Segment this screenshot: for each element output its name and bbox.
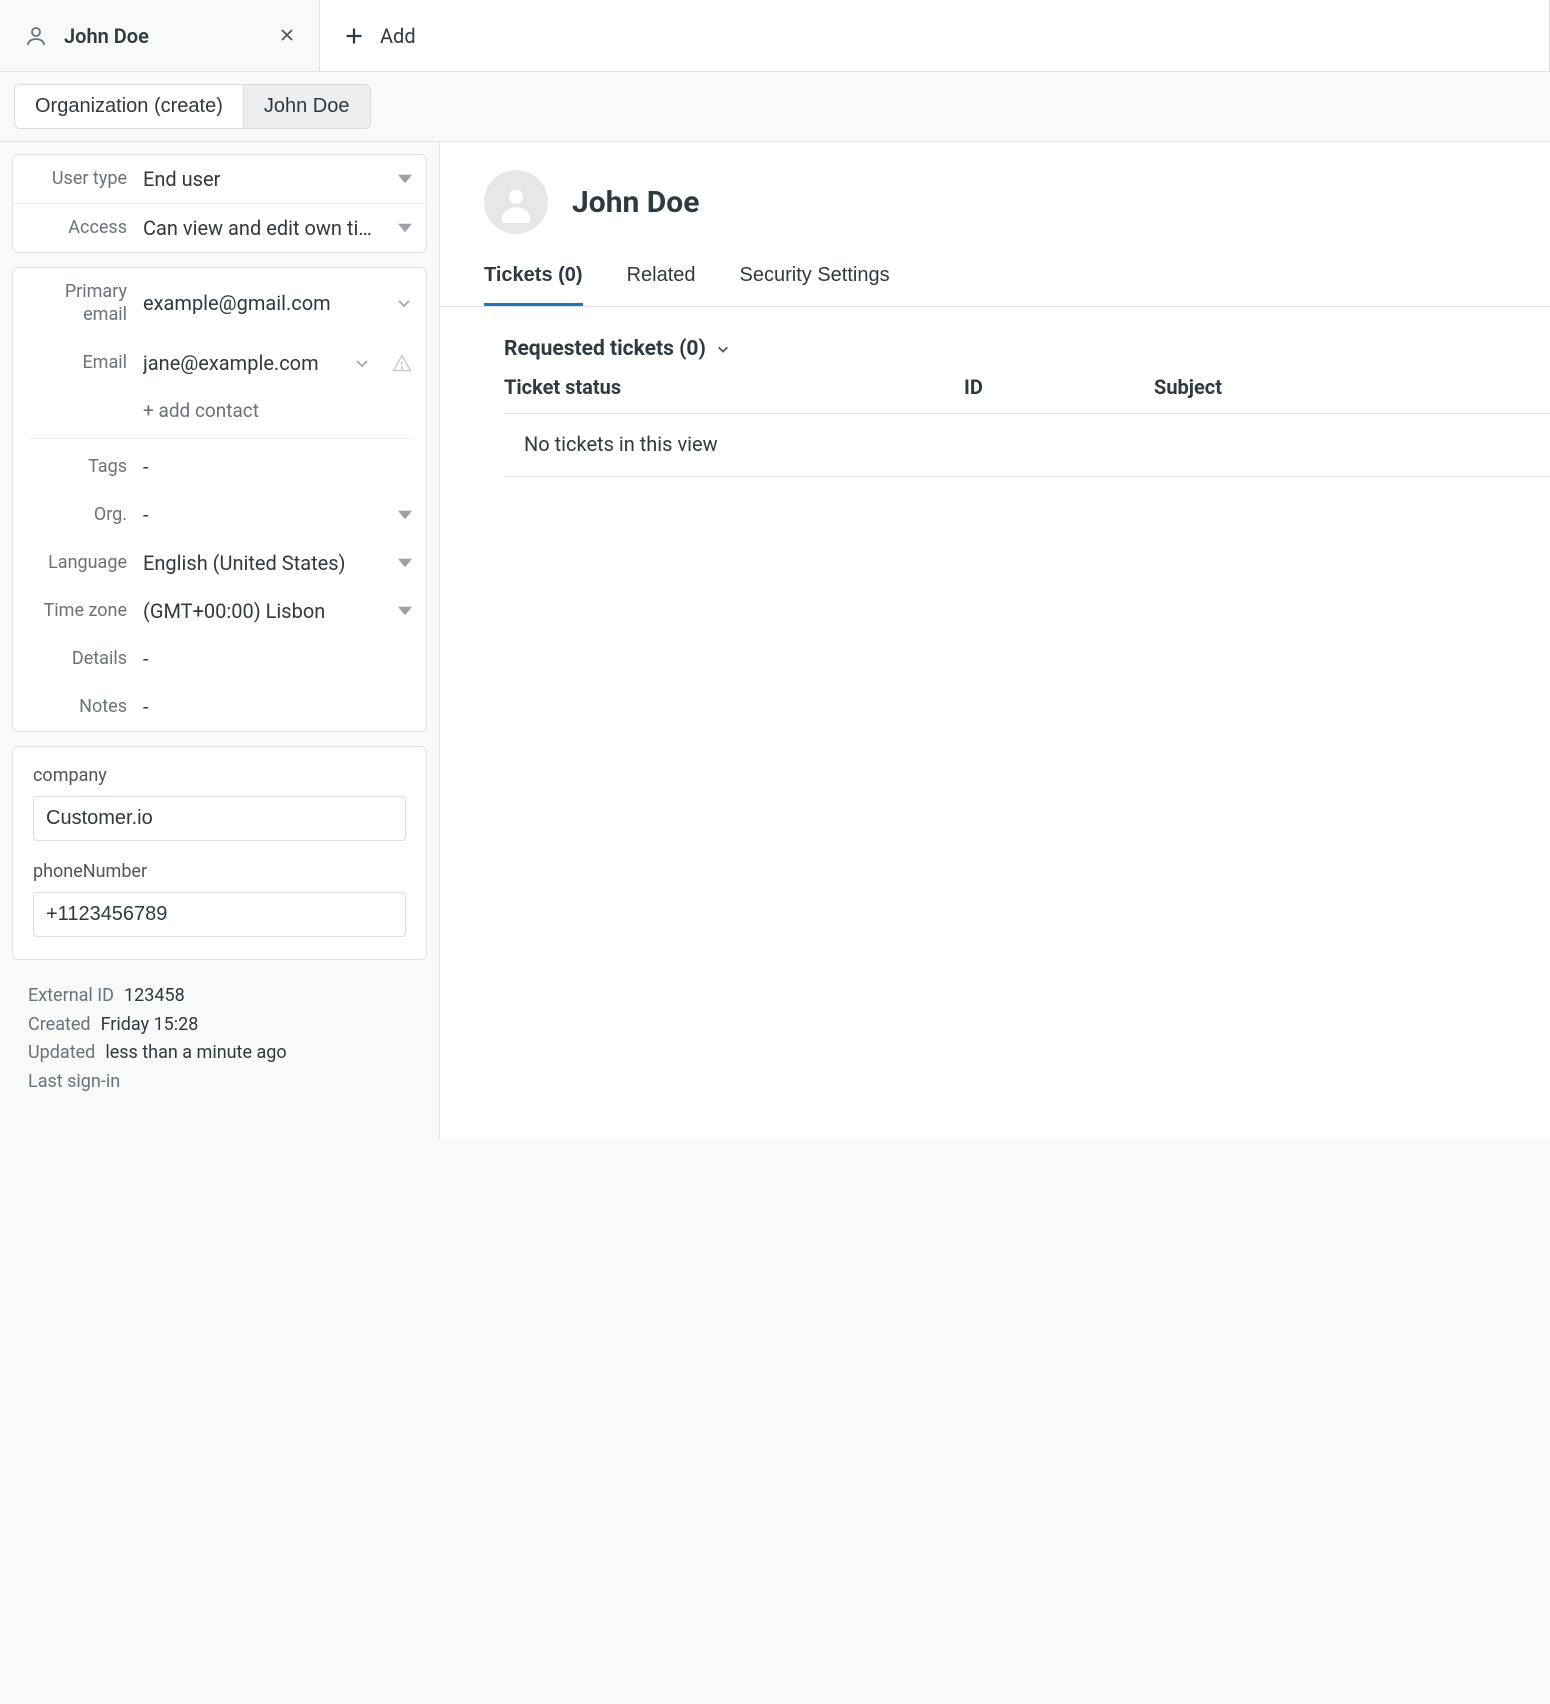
label-email: Email xyxy=(27,351,127,374)
field-company: company xyxy=(33,765,406,841)
meta-created: Created Friday 15:28 xyxy=(28,1011,411,1040)
label-user-type: User type xyxy=(27,167,127,190)
value-email: jane@example.com xyxy=(143,351,338,375)
col-id: ID xyxy=(964,375,1114,399)
tab-user[interactable]: John Doe xyxy=(0,0,320,71)
label-org: Org. xyxy=(27,503,127,526)
requested-tickets-title: Requested tickets (0) xyxy=(504,337,706,361)
value-tags: - xyxy=(143,455,412,479)
caret-down-icon xyxy=(398,604,412,618)
caret-down-icon xyxy=(398,172,412,186)
avatar xyxy=(484,170,548,234)
plus-icon xyxy=(344,26,364,46)
row-notes[interactable]: Notes - xyxy=(13,683,426,731)
meta-updated: Updated less than a minute ago xyxy=(28,1039,411,1068)
value-org: - xyxy=(143,503,382,527)
breadcrumb-user[interactable]: John Doe xyxy=(243,85,370,128)
card-contacts: Primary email example@gmail.com Email ja… xyxy=(12,267,427,732)
left-panel: User type End user Access Can view and e… xyxy=(0,142,440,1139)
label-language: Language xyxy=(27,551,127,574)
close-icon[interactable] xyxy=(279,24,295,48)
row-access[interactable]: Access Can view and edit own tic… xyxy=(13,203,426,252)
label-timezone: Time zone xyxy=(27,599,127,622)
label-tags: Tags xyxy=(27,455,127,478)
tab-user-title: John Doe xyxy=(64,24,149,48)
row-tags[interactable]: Tags - xyxy=(13,443,426,491)
label-details: Details xyxy=(27,647,127,670)
meta-footer: External ID 123458 Created Friday 15:28 … xyxy=(12,974,427,1127)
row-timezone[interactable]: Time zone (GMT+00:00) Lisbon xyxy=(13,587,426,635)
meta-external-id: External ID 123458 xyxy=(28,982,411,1011)
tab-strip: John Doe Add xyxy=(0,0,1550,72)
chevron-down-icon xyxy=(716,342,730,356)
label-access: Access xyxy=(27,216,127,239)
card-custom-fields: company phoneNumber xyxy=(12,746,427,960)
tickets-empty: No tickets in this view xyxy=(504,414,1550,477)
breadcrumb: Organization (create) John Doe xyxy=(14,84,371,129)
value-access: Can view and edit own tic… xyxy=(143,216,382,240)
caret-down-icon xyxy=(398,508,412,522)
tab-add[interactable]: Add xyxy=(320,0,1550,71)
profile-tabs: Tickets (0) Related Security Settings xyxy=(440,254,1550,307)
row-primary-email[interactable]: Primary email example@gmail.com xyxy=(13,268,426,339)
row-user-type[interactable]: User type End user xyxy=(13,155,426,203)
value-user-type: End user xyxy=(143,167,382,191)
tab-related[interactable]: Related xyxy=(627,254,696,306)
tickets-area: Requested tickets (0) Ticket status ID S… xyxy=(440,307,1550,477)
breadcrumb-bar: Organization (create) John Doe xyxy=(0,72,1550,142)
tab-tickets[interactable]: Tickets (0) xyxy=(484,254,583,306)
col-ticket-status: Ticket status xyxy=(504,375,924,399)
company-input[interactable] xyxy=(33,796,406,841)
meta-last-signin: Last sign-in xyxy=(28,1068,411,1097)
caret-down-icon xyxy=(398,221,412,235)
row-org[interactable]: Org. - xyxy=(13,491,426,539)
label-primary-email: Primary email xyxy=(27,280,127,327)
row-language[interactable]: Language English (United States) xyxy=(13,539,426,587)
value-notes: - xyxy=(143,695,412,719)
warning-icon xyxy=(392,353,412,373)
caret-down-icon xyxy=(398,556,412,570)
person-icon xyxy=(24,24,48,48)
col-subject: Subject xyxy=(1154,375,1550,399)
requested-tickets-toggle[interactable]: Requested tickets (0) xyxy=(504,337,1550,361)
phone-input[interactable] xyxy=(33,892,406,937)
tab-security[interactable]: Security Settings xyxy=(740,254,890,306)
row-email[interactable]: Email jane@example.com xyxy=(13,339,426,387)
chevron-down-icon xyxy=(396,295,412,311)
field-phone: phoneNumber xyxy=(33,861,406,937)
tickets-table-head: Ticket status ID Subject xyxy=(504,375,1550,414)
chevron-down-icon xyxy=(354,355,370,371)
breadcrumb-organization[interactable]: Organization (create) xyxy=(15,85,243,128)
label-phone: phoneNumber xyxy=(33,861,406,882)
profile-name: John Doe xyxy=(572,185,699,220)
value-primary-email: example@gmail.com xyxy=(143,291,380,315)
card-user-basics: User type End user Access Can view and e… xyxy=(12,154,427,253)
tab-add-label: Add xyxy=(380,24,416,48)
right-panel: John Doe Tickets (0) Related Security Se… xyxy=(440,142,1550,1139)
label-notes: Notes xyxy=(27,695,127,718)
profile-header: John Doe xyxy=(440,142,1550,254)
label-company: company xyxy=(33,765,406,786)
add-contact-label: + add contact xyxy=(143,399,412,422)
row-add-contact[interactable]: + add contact xyxy=(13,387,426,434)
value-language: English (United States) xyxy=(143,551,382,575)
value-details: - xyxy=(143,647,412,671)
row-details[interactable]: Details - xyxy=(13,635,426,683)
value-timezone: (GMT+00:00) Lisbon xyxy=(143,599,382,623)
